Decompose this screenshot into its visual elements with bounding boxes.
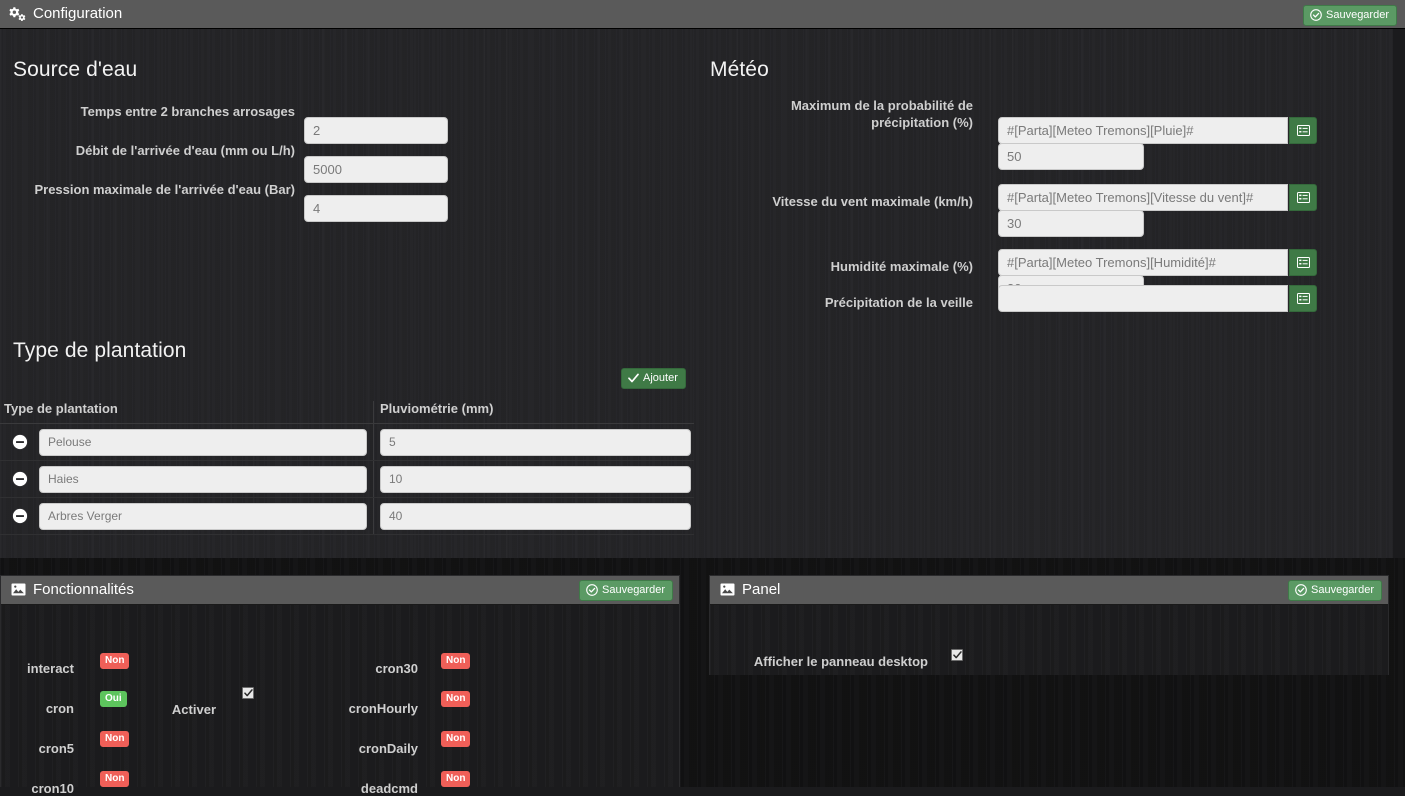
input-pression-max[interactable]	[304, 195, 448, 222]
input-humidite-binding[interactable]	[998, 249, 1288, 276]
panel-title: Panel	[720, 581, 780, 598]
feature-state-cron30: Non	[441, 653, 471, 669]
minus-circle-icon[interactable]	[8, 504, 32, 528]
input-plantation-type[interactable]	[39, 502, 367, 530]
section-title-meteo: Météo	[710, 58, 769, 81]
page-title: Configuration	[9, 5, 122, 22]
feature-state-deadcmd: Non	[441, 771, 471, 787]
field-label-debit: Débit de l'arrivée d'eau (mm ou L/h)	[75, 143, 295, 158]
column-header-type: Type de plantation	[0, 401, 374, 423]
binding-picker-button-humidite[interactable]	[1289, 249, 1317, 276]
table-cell-pluviometrie	[374, 498, 694, 534]
panel-body: Afficher le panneau desktop	[710, 605, 1388, 675]
table-cell-type	[0, 498, 374, 534]
input-plantation-type[interactable]	[39, 465, 367, 493]
afficher-panneau-desktop-checkbox[interactable]	[951, 649, 963, 661]
panel-panel: Panel Sauvegarder Afficher le panneau de…	[709, 575, 1389, 675]
plantation-table: Type de plantation Pluviométrie (mm)	[0, 401, 694, 535]
table-row	[0, 424, 694, 461]
feature-label-cron10: cron10	[31, 781, 74, 796]
section-title-source: Source d'eau	[13, 58, 138, 81]
input-debit-arrivee-eau[interactable]	[304, 156, 448, 183]
binding-picker-button-vent[interactable]	[1289, 184, 1317, 211]
feature-label-cron: cron	[45, 701, 74, 716]
table-row	[0, 461, 694, 498]
activer-checkbox[interactable]	[242, 687, 254, 699]
save-button-top-label: Sauvegarder	[1326, 9, 1389, 21]
input-plantation-rain[interactable]	[380, 428, 691, 456]
list-alt-icon	[1296, 125, 1310, 136]
fonctionnalites-title-text: Fonctionnalités	[33, 581, 134, 598]
input-plantation-rain[interactable]	[380, 465, 691, 493]
fonctionnalites-header: Fonctionnalités Sauvegarder	[1, 576, 679, 605]
input-proba-precipitation-value[interactable]	[998, 143, 1144, 170]
input-proba-precipitation-binding[interactable]	[998, 117, 1288, 144]
table-cell-pluviometrie	[374, 424, 694, 460]
table-row	[0, 498, 694, 535]
column-header-pluviometrie: Pluviométrie (mm)	[380, 401, 494, 416]
table-header-row: Type de plantation Pluviométrie (mm)	[0, 401, 694, 424]
cogs-icon	[9, 6, 26, 22]
binding-picker-button-precipitation[interactable]	[1289, 117, 1317, 144]
input-temps-entre-branches[interactable]	[304, 117, 448, 144]
feature-label-crondaily: cronDaily	[358, 741, 418, 756]
feature-label-deadcmd: deadcmd	[360, 781, 418, 796]
section-title-plantation: Type de plantation	[13, 339, 187, 362]
add-plantation-button[interactable]: Ajouter	[621, 368, 686, 389]
input-precipitation-veille-binding[interactable]	[998, 285, 1288, 312]
feature-state-cron5: Non	[100, 731, 130, 747]
check-circle-icon	[1295, 584, 1307, 596]
configuration-panel: Source d'eau Temps entre 2 branches arro…	[0, 29, 1393, 558]
panel-header: Panel Sauvegarder	[710, 576, 1388, 605]
feature-label-cron5: cron5	[38, 741, 74, 756]
list-alt-icon	[1296, 192, 1310, 203]
fonctionnalites-body: interact Non cron Oui cron5 Non cron10 N…	[1, 605, 679, 796]
input-plantation-type[interactable]	[39, 428, 367, 456]
field-label-pression: Pression maximale de l'arrivée d'eau (Ba…	[34, 182, 295, 197]
binding-picker-button-veille[interactable]	[1289, 285, 1317, 312]
input-vitesse-vent-value[interactable]	[998, 210, 1144, 237]
check-icon	[628, 373, 639, 383]
list-alt-icon	[1296, 257, 1310, 268]
input-plantation-rain[interactable]	[380, 502, 691, 530]
fonctionnalites-panel: Fonctionnalités Sauvegarder interact Non…	[0, 575, 680, 796]
table-cell-type	[0, 424, 374, 460]
list-alt-icon	[1296, 293, 1310, 304]
window-header: Configuration Sauvegarder	[0, 0, 1405, 29]
feature-label-interact: interact	[27, 661, 74, 676]
field-label-temps: Temps entre 2 branches arrosages	[80, 104, 295, 119]
afficher-panneau-desktop-label: Afficher le panneau desktop	[753, 654, 928, 669]
fonctionnalites-title: Fonctionnalités	[11, 581, 134, 598]
image-icon	[11, 583, 26, 596]
feature-state-cronhourly: Non	[441, 691, 471, 707]
table-cell-pluviometrie	[374, 461, 694, 497]
activer-label: Activer	[171, 702, 216, 717]
field-label-proba-precipitation: Maximum de la probabilité de précipitati…	[790, 98, 973, 130]
feature-label-cronhourly: cronHourly	[348, 701, 418, 716]
field-label-vitesse-vent: Vitesse du vent maximale (km/h)	[772, 194, 973, 209]
save-button-fonctionnalites-label: Sauvegarder	[602, 584, 665, 596]
check-circle-icon	[1310, 9, 1322, 21]
table-cell-type	[0, 461, 374, 497]
minus-circle-icon[interactable]	[8, 467, 32, 491]
input-vitesse-vent-binding[interactable]	[998, 184, 1288, 211]
feature-state-cron: Oui	[100, 691, 127, 707]
minus-circle-icon[interactable]	[8, 430, 32, 454]
add-plantation-label: Ajouter	[643, 372, 678, 384]
feature-state-cron10: Non	[100, 771, 130, 787]
feature-state-interact: Non	[100, 653, 130, 669]
save-button-panel-label: Sauvegarder	[1311, 584, 1374, 596]
feature-state-crondaily: Non	[441, 731, 471, 747]
panel-title-text: Panel	[742, 581, 781, 598]
save-button-top[interactable]: Sauvegarder	[1303, 5, 1397, 26]
feature-label-cron30: cron30	[375, 661, 418, 676]
save-button-panel[interactable]: Sauvegarder	[1288, 580, 1382, 601]
field-label-humidite: Humidité maximale (%)	[830, 259, 973, 274]
field-label-precipitation-veille: Précipitation de la veille	[824, 295, 973, 310]
save-button-fonctionnalites[interactable]: Sauvegarder	[579, 580, 673, 601]
check-circle-icon	[586, 584, 598, 596]
page-title-text: Configuration	[33, 5, 123, 22]
image-icon	[720, 583, 735, 596]
